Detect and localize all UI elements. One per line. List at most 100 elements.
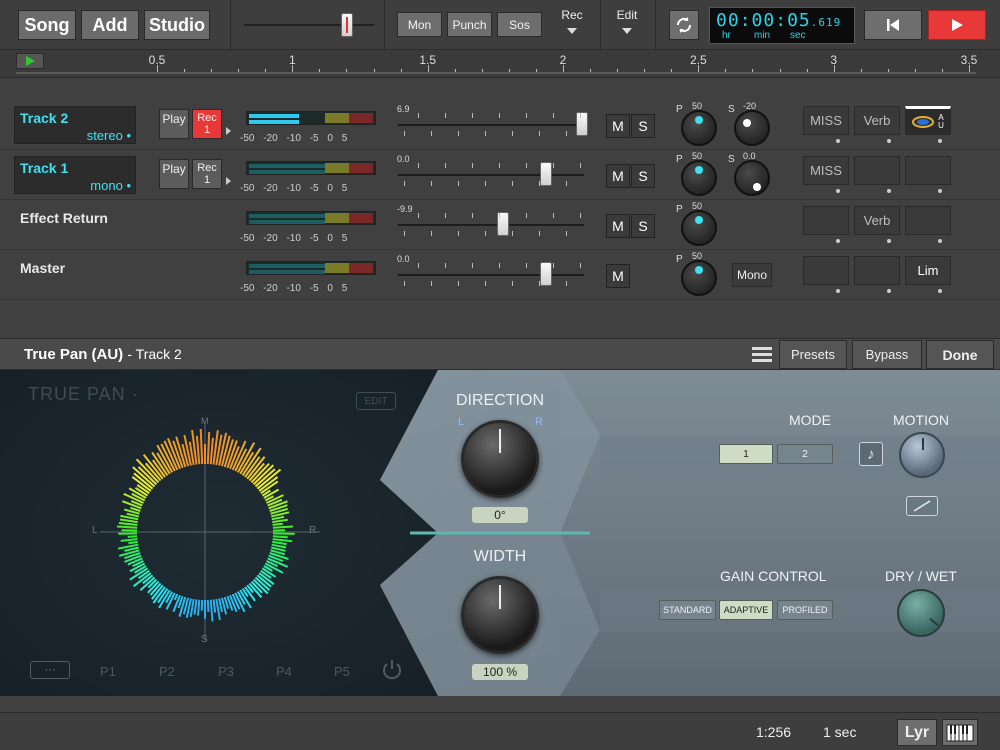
master-level-slider-track bbox=[244, 24, 374, 26]
motion-knob[interactable] bbox=[899, 432, 945, 478]
gain-option-profiled[interactable]: PROFILED bbox=[777, 600, 833, 620]
preset-slot-2[interactable]: P2 bbox=[159, 664, 175, 679]
playhead-marker[interactable] bbox=[16, 53, 44, 69]
fx-slot[interactable]: Verb bbox=[854, 106, 900, 135]
lyrics-button[interactable]: Lyr bbox=[897, 719, 937, 746]
tempo-sync-button[interactable]: ♪ bbox=[859, 442, 883, 466]
fader-tick bbox=[431, 131, 432, 136]
rec-track-button[interactable]: Rec 1 bbox=[192, 159, 222, 189]
width-value[interactable]: 100 % bbox=[472, 664, 528, 680]
mode-option-2[interactable]: 2 bbox=[777, 444, 833, 464]
play-icon bbox=[952, 19, 963, 31]
solo-button[interactable]: S bbox=[631, 214, 655, 238]
send-knob[interactable] bbox=[734, 160, 770, 196]
track-name-box[interactable]: Track 1 mono • bbox=[14, 156, 136, 194]
toolbar-divider bbox=[230, 0, 231, 50]
fader-tick bbox=[485, 131, 486, 136]
mono-button[interactable]: Mono bbox=[732, 263, 772, 287]
sos-button[interactable]: Sos bbox=[497, 12, 542, 37]
width-label: WIDTH bbox=[473, 548, 527, 565]
preset-slot-3[interactable]: P3 bbox=[218, 664, 234, 679]
fader-tick bbox=[444, 213, 446, 218]
master-level-slider-handle[interactable] bbox=[340, 13, 353, 37]
add-button[interactable]: Add bbox=[81, 10, 139, 40]
song-button[interactable]: Song bbox=[18, 10, 76, 40]
bypass-button[interactable]: Bypass bbox=[852, 340, 922, 369]
direction-value[interactable]: 0° bbox=[472, 507, 528, 523]
direction-knob[interactable] bbox=[461, 420, 539, 498]
pan-knob-label: P bbox=[676, 204, 683, 215]
fx-slot-au-plugin[interactable]: AU bbox=[905, 106, 951, 135]
preset-slot-4[interactable]: P4 bbox=[276, 664, 292, 679]
fader-tick bbox=[579, 213, 581, 218]
gain-option-adaptive[interactable]: ADAPTIVE bbox=[719, 600, 773, 620]
rec-track-button[interactable]: Rec 1 bbox=[192, 109, 222, 139]
fx-slot[interactable] bbox=[803, 206, 849, 235]
send-knob[interactable] bbox=[734, 110, 770, 146]
loop-button[interactable] bbox=[669, 10, 699, 40]
monitor-button[interactable]: Mon bbox=[397, 12, 442, 37]
solo-button[interactable]: S bbox=[631, 164, 655, 188]
width-knob[interactable] bbox=[461, 576, 539, 654]
volume-fader-handle[interactable] bbox=[576, 112, 589, 136]
zoom-ratio[interactable]: 1:256 bbox=[756, 724, 791, 740]
unit-sec: sec bbox=[790, 30, 806, 41]
track-name[interactable]: Master bbox=[20, 260, 65, 276]
track-name[interactable]: Effect Return bbox=[20, 210, 108, 226]
rec-menu[interactable]: Rec bbox=[552, 8, 592, 44]
keyboard-button[interactable] bbox=[942, 719, 978, 746]
presets-button[interactable]: Presets bbox=[779, 340, 847, 369]
pan-knob-label: P bbox=[676, 254, 683, 265]
menu-icon[interactable] bbox=[752, 345, 772, 365]
volume-fader-handle[interactable] bbox=[540, 162, 553, 186]
fader-tick bbox=[444, 263, 446, 268]
fader-tick bbox=[552, 263, 554, 268]
track-name: Track 2 bbox=[20, 110, 69, 126]
visualizer-ray bbox=[212, 599, 217, 613]
done-button[interactable]: Done bbox=[926, 340, 994, 369]
play-button[interactable] bbox=[928, 10, 986, 40]
pan-knob[interactable] bbox=[681, 160, 717, 196]
time-scale[interactable]: 1 sec bbox=[823, 724, 856, 740]
level-meter-right bbox=[249, 170, 325, 174]
preset-slot-1[interactable]: P1 bbox=[100, 664, 116, 679]
track-name-box[interactable]: Track 2 stereo • bbox=[14, 106, 136, 144]
mute-button[interactable]: M bbox=[606, 164, 630, 188]
edit-menu[interactable]: Edit bbox=[607, 8, 647, 44]
rewind-button[interactable] bbox=[864, 10, 922, 40]
pan-knob[interactable] bbox=[681, 110, 717, 146]
mixer-panel: Track 2 stereo • Play Rec 1 -50 -20 -10 -… bbox=[0, 100, 1000, 338]
fx-slot[interactable]: MISS bbox=[803, 156, 849, 185]
fx-slot-dot bbox=[887, 239, 891, 243]
more-options-button[interactable]: ··· bbox=[30, 661, 70, 679]
fx-slot[interactable] bbox=[854, 256, 900, 285]
edit-visual-button[interactable]: EDIT bbox=[356, 392, 396, 410]
preset-slot-5[interactable]: P5 bbox=[334, 664, 350, 679]
fx-slot[interactable] bbox=[905, 206, 951, 235]
solo-button[interactable]: S bbox=[631, 114, 655, 138]
dry-wet-knob[interactable] bbox=[897, 589, 945, 637]
pan-knob[interactable] bbox=[681, 260, 717, 296]
visualizer-ray bbox=[193, 599, 198, 615]
fx-slot[interactable] bbox=[905, 156, 951, 185]
gain-option-standard[interactable]: STANDARD bbox=[659, 600, 716, 620]
play-track-button[interactable]: Play bbox=[159, 159, 189, 189]
mute-button[interactable]: M bbox=[606, 264, 630, 288]
mute-button[interactable]: M bbox=[606, 214, 630, 238]
motion-shape-button[interactable] bbox=[906, 496, 938, 516]
time-digits: 00:00:05.619 bbox=[716, 10, 842, 31]
fx-slot[interactable] bbox=[803, 256, 849, 285]
mode-option-1[interactable]: 1 bbox=[719, 444, 773, 464]
mute-button[interactable]: M bbox=[606, 114, 630, 138]
studio-button[interactable]: Studio bbox=[144, 10, 210, 40]
fx-slot[interactable]: Lim bbox=[905, 256, 951, 285]
play-track-button[interactable]: Play bbox=[159, 109, 189, 139]
fx-slot[interactable]: MISS bbox=[803, 106, 849, 135]
power-icon[interactable] bbox=[380, 658, 404, 682]
fx-slot[interactable]: Verb bbox=[854, 206, 900, 235]
pan-knob[interactable] bbox=[681, 210, 717, 246]
volume-fader-handle[interactable] bbox=[540, 262, 553, 286]
timeline-ruler[interactable]: 0.5 1 1.5 2 2.5 3 3.5 bbox=[0, 50, 1000, 78]
punch-button[interactable]: Punch bbox=[447, 12, 492, 37]
fx-slot[interactable] bbox=[854, 156, 900, 185]
